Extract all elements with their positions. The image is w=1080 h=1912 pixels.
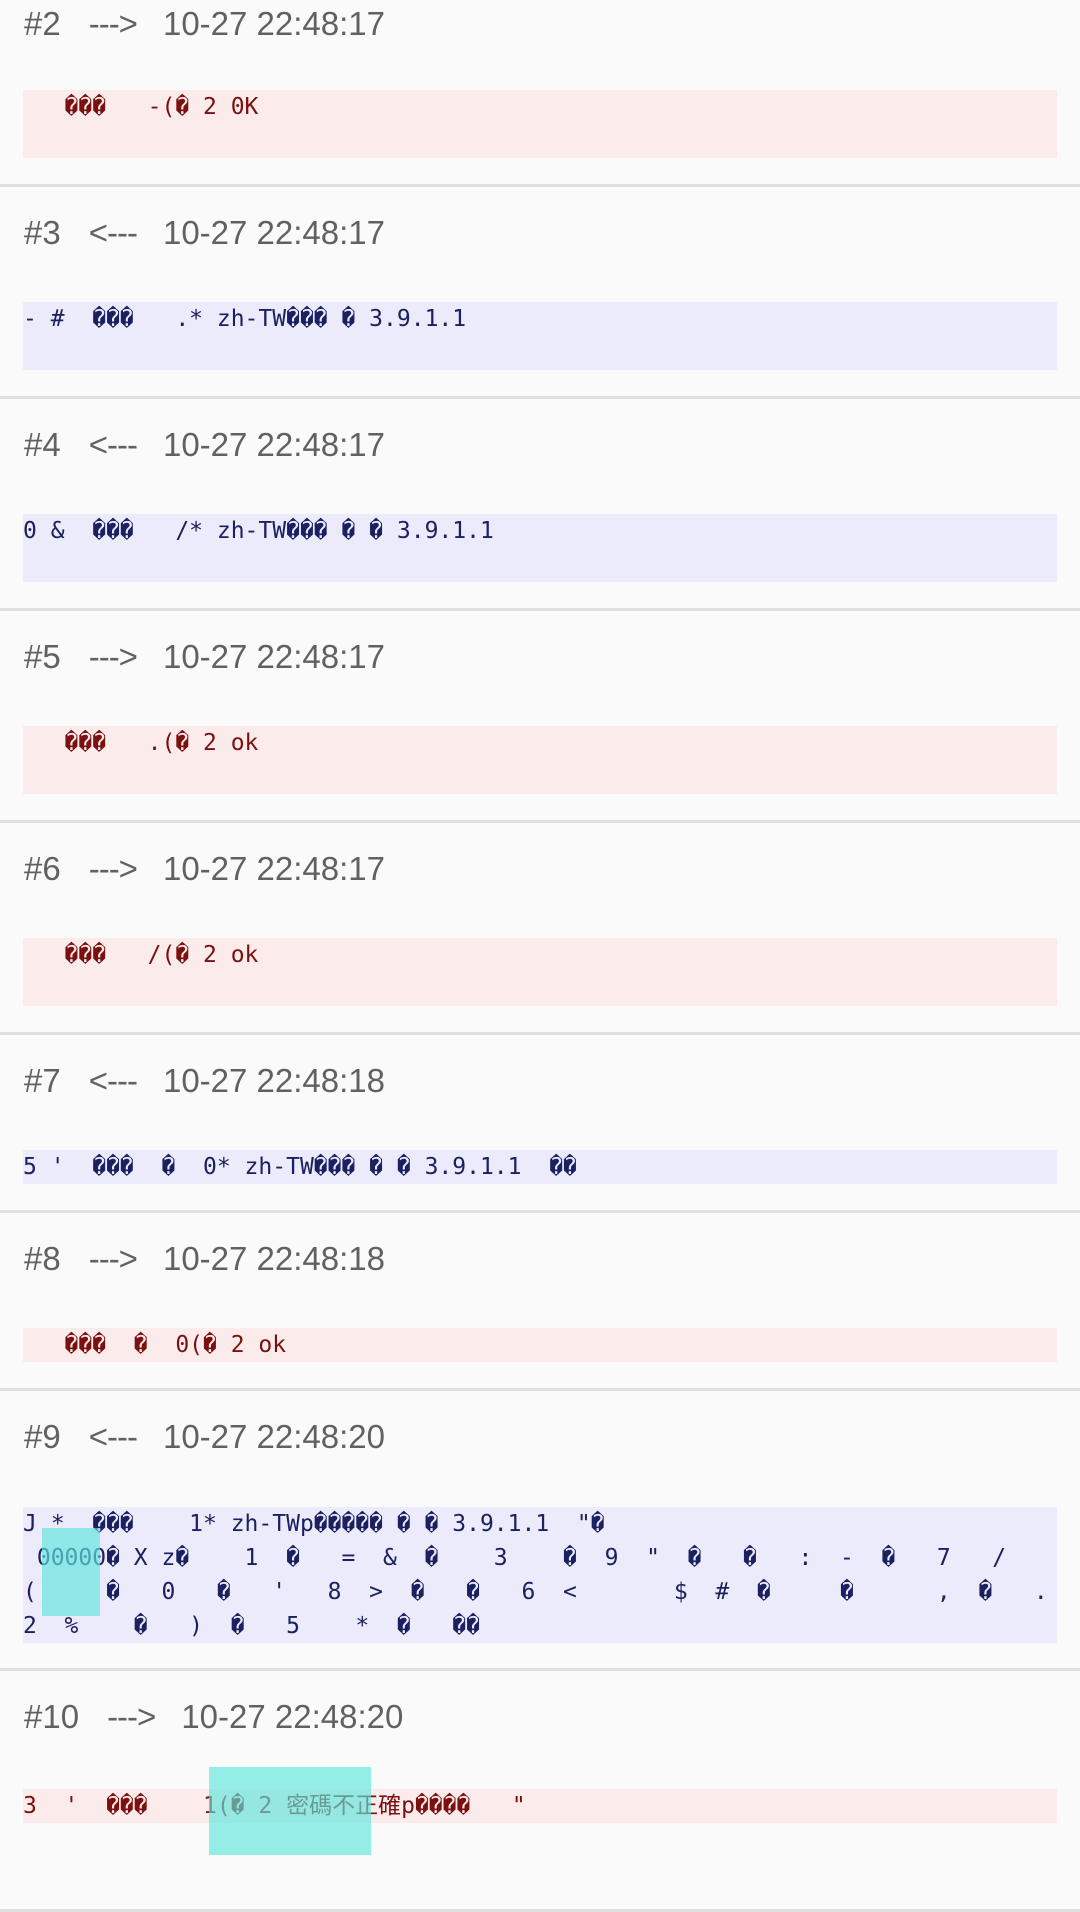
packet-header: #3 <--- 10-27 22:48:17 [24,209,385,257]
direction-incoming: <--- [88,214,138,251]
packet-log: #2 ---> 10-27 22:48:17 ��� -(� 2 0K #3 <--- 1… [0,0,1080,1912]
packet-payload[interactable]: 5 ' ��� � 0* zh-TW��� � � 3.9.1.1 �� [23,1150,1057,1184]
packet-number: #3 [24,214,61,251]
packet-number: #4 [24,426,61,463]
packet-row[interactable]: #10 ---> 10-27 22:48:20 3 ' ��� 1(� 2 密碼不正確… [0,1671,1080,1912]
packet-timestamp: 10-27 22:48:17 [162,638,385,675]
packet-number: #8 [24,1240,61,1277]
packet-number: #10 [24,1698,80,1735]
packet-timestamp: 10-27 22:48:20 [162,1418,385,1455]
packet-number: #9 [24,1418,61,1455]
direction-incoming: <--- [88,426,138,463]
packet-timestamp: 10-27 22:48:17 [162,5,385,42]
direction-outgoing: ---> [107,1698,156,1735]
packet-payload[interactable]: 3 ' ��� 1(� 2 密碼不正確p���� " [23,1789,1057,1823]
packet-payload[interactable]: ��� � 0(� 2 ok [23,1328,1057,1362]
packet-timestamp: 10-27 22:48:18 [162,1240,385,1277]
packet-timestamp: 10-27 22:48:20 [181,1698,404,1735]
packet-payload[interactable]: J * ��� 1* zh-TWp����� � � 3.9.1.1 "� 00… [23,1507,1057,1643]
packet-row[interactable]: #6 ---> 10-27 22:48:17 ��� /(� 2 ok [0,823,1080,1035]
packet-header: #10 ---> 10-27 22:48:20 [24,1693,403,1741]
direction-outgoing: ---> [88,850,138,887]
packet-header: #6 ---> 10-27 22:48:17 [24,845,385,893]
direction-outgoing: ---> [88,5,138,42]
packet-header: #7 <--- 10-27 22:48:18 [24,1057,385,1105]
packet-row[interactable]: #2 ---> 10-27 22:48:17 ��� -(� 2 0K [0,0,1080,187]
packet-header: #8 ---> 10-27 22:48:18 [24,1235,385,1283]
packet-payload[interactable]: ��� /(� 2 ok [23,938,1057,1006]
packet-row[interactable]: #5 ---> 10-27 22:48:17 ��� .(� 2 ok [0,611,1080,823]
packet-payload[interactable]: 0 & ��� /* zh-TW��� � � 3.9.1.1 [23,514,1057,582]
direction-outgoing: ---> [88,638,138,675]
direction-outgoing: ---> [88,1240,138,1277]
selection-highlight [209,1767,371,1855]
packet-payload[interactable]: - # ��� .* zh-TW��� � 3.9.1.1 [23,302,1057,370]
packet-row[interactable]: #7 <--- 10-27 22:48:18 5 ' ��� � 0* zh-TW��… [0,1035,1080,1213]
packet-timestamp: 10-27 22:48:17 [162,426,385,463]
packet-payload[interactable]: ��� -(� 2 0K [23,90,1057,158]
packet-row[interactable]: #9 <--- 10-27 22:48:20 J * ��� 1* zh-TWp���… [0,1391,1080,1671]
packet-row[interactable]: #3 <--- 10-27 22:48:17 - # ��� .* zh-TW��� … [0,187,1080,399]
packet-number: #7 [24,1062,61,1099]
packet-number: #2 [24,5,61,42]
direction-incoming: <--- [88,1062,138,1099]
packet-timestamp: 10-27 22:48:17 [162,214,385,251]
packet-payload[interactable]: ��� .(� 2 ok [23,726,1057,794]
packet-number: #6 [24,850,61,887]
packet-header: #4 <--- 10-27 22:48:17 [24,421,385,469]
packet-header: #5 ---> 10-27 22:48:17 [24,633,385,681]
packet-timestamp: 10-27 22:48:18 [162,1062,385,1099]
selection-highlight [42,1528,100,1616]
packet-row[interactable]: #8 ---> 10-27 22:48:18 ��� � 0(� 2 ok [0,1213,1080,1391]
direction-incoming: <--- [88,1418,138,1455]
packet-number: #5 [24,638,61,675]
packet-header: #2 ---> 10-27 22:48:17 [24,0,385,48]
packet-row[interactable]: #4 <--- 10-27 22:48:17 0 & ��� /* zh-TW��� … [0,399,1080,611]
packet-header: #9 <--- 10-27 22:48:20 [24,1413,385,1461]
packet-timestamp: 10-27 22:48:17 [162,850,385,887]
